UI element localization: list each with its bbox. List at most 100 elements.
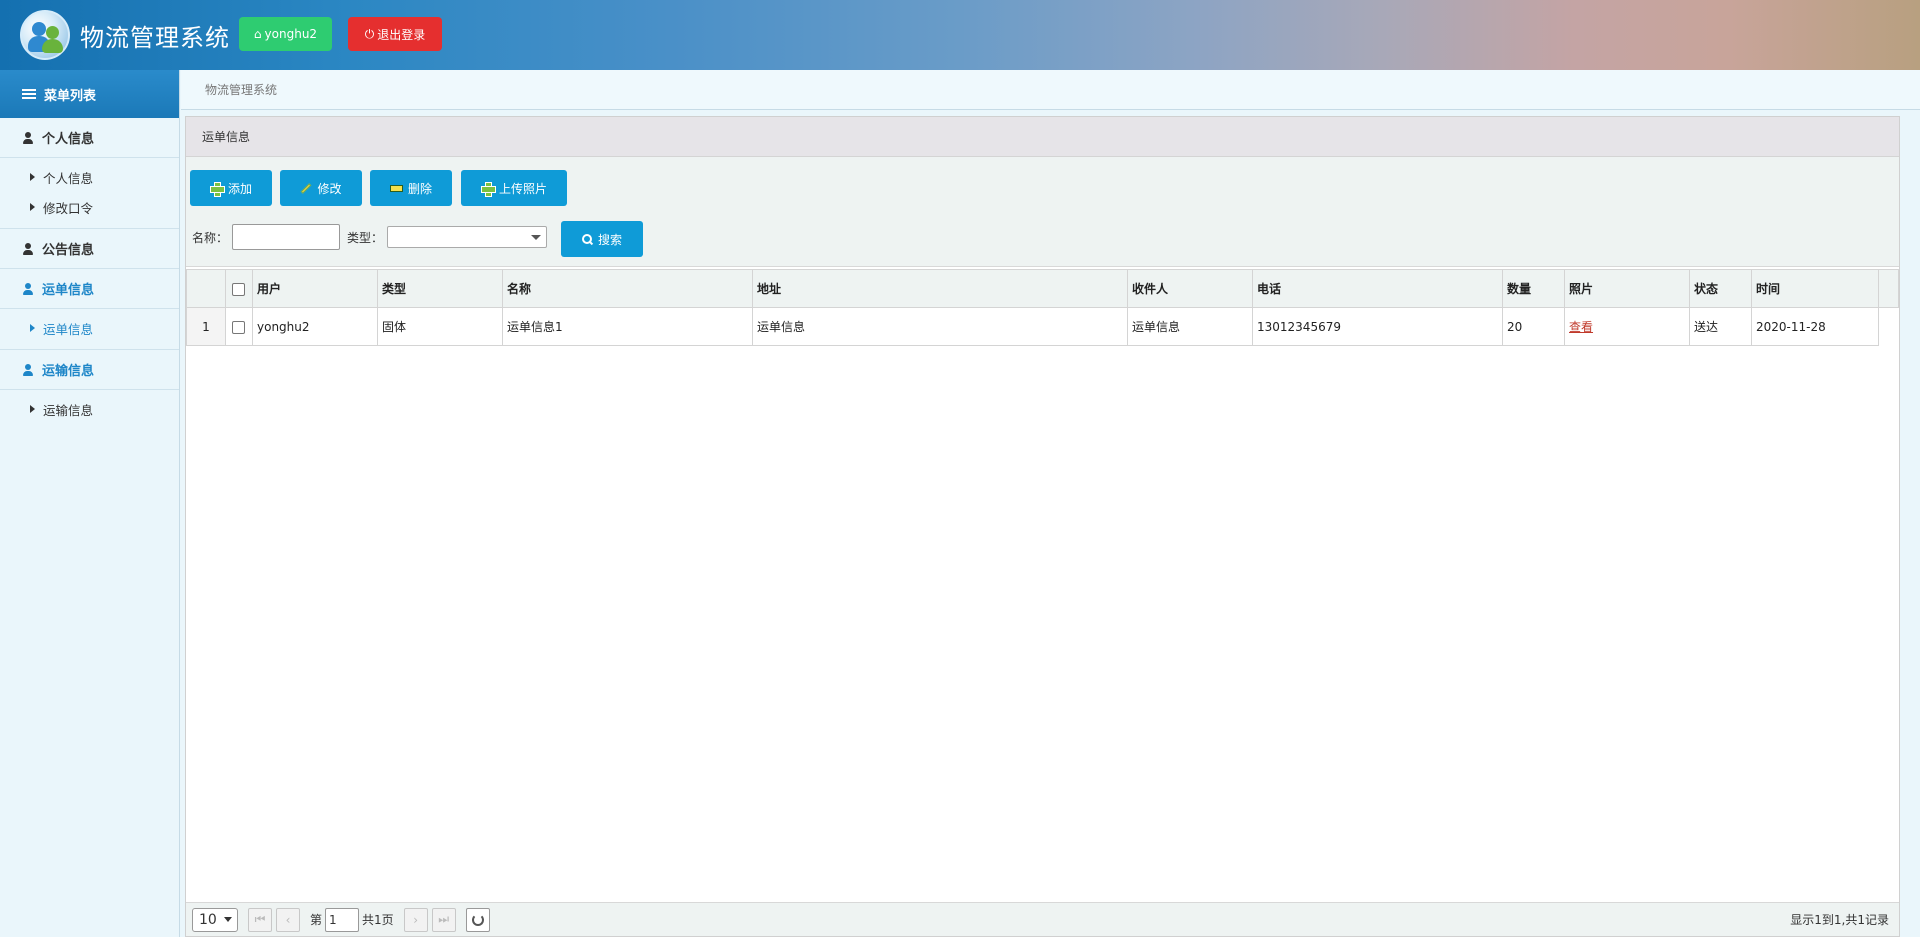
cell-user: yonghu2 [252, 307, 378, 346]
breadcrumb-label: 物流管理系统 [205, 83, 278, 97]
sidebar-item-label: 个人信息 [43, 170, 94, 186]
upload-button-label: 上传照片 [498, 181, 547, 196]
delete-button[interactable]: 删除 [370, 170, 452, 206]
col-time[interactable]: 时间 [1751, 269, 1879, 308]
caret-right-icon [30, 173, 35, 181]
sidebar-item-transport-info[interactable]: 运输信息 [0, 394, 179, 424]
sidebar-item-label: 运单信息 [43, 321, 94, 337]
refresh-button[interactable] [465, 907, 490, 932]
next-page-button[interactable]: › [403, 907, 428, 932]
col-name[interactable]: 名称 [502, 269, 753, 308]
sidebar-title: 菜单列表 [44, 88, 97, 104]
col-address[interactable]: 地址 [752, 269, 1128, 308]
sidebar-group-personal[interactable]: 个人信息 [0, 118, 179, 158]
col-phone[interactable]: 电话 [1252, 269, 1503, 308]
sidebar-submenu-transport: 运输信息 [0, 390, 179, 430]
refresh-icon [471, 913, 484, 926]
page-total: 共1页 [362, 913, 394, 927]
sidebar-item-waybill-info[interactable]: 运单信息 [0, 313, 179, 343]
sidebar: 菜单列表 个人信息 个人信息 修改口令 公告信息 运单信息 运单信息 运输信息 [0, 70, 180, 937]
select-all-checkbox[interactable] [232, 282, 245, 296]
add-button-label: 添加 [227, 181, 252, 196]
sidebar-item-personal-info[interactable]: 个人信息 [0, 162, 179, 192]
search-icon [581, 233, 593, 245]
top-header: 物流管理系统 ⌂ yonghu2 ⏻ 退出登录 [0, 0, 1920, 70]
sidebar-group-announcement[interactable]: 公告信息 [0, 229, 179, 269]
row-select-cell [225, 307, 253, 346]
upload-photo-button[interactable]: 上传照片 [461, 170, 567, 206]
col-recipient[interactable]: 收件人 [1127, 269, 1253, 308]
panel-title: 运单信息 [186, 117, 1899, 157]
col-type[interactable]: 类型 [377, 269, 503, 308]
logout-button[interactable]: ⏻ 退出登录 [348, 17, 442, 51]
cell-phone: 13012345679 [1252, 307, 1503, 346]
caret-right-icon [30, 203, 35, 211]
user-icon [22, 131, 34, 144]
search-button[interactable]: 搜索 [561, 221, 643, 257]
current-user-button[interactable]: ⌂ yonghu2 [239, 17, 332, 51]
cell-recipient: 运单信息 [1127, 307, 1253, 346]
sidebar-group-label: 公告信息 [42, 243, 95, 258]
chevron-right-icon: › [413, 912, 419, 927]
table-row[interactable]: 1 yonghu2 固体 运单信息1 运单信息 运单信息 13012345679… [186, 307, 1899, 346]
col-user[interactable]: 用户 [252, 269, 378, 308]
page-number-input[interactable]: 1 [325, 907, 360, 932]
user-icon [22, 242, 34, 255]
type-label: 类型： [347, 230, 384, 245]
cell-time: 2020-11-28 [1751, 307, 1879, 346]
row-checkbox[interactable] [232, 320, 245, 334]
sidebar-item-label: 运输信息 [43, 402, 94, 418]
page-size-select[interactable]: 10 [192, 907, 238, 932]
cell-type: 固体 [377, 307, 503, 346]
plus-icon [209, 181, 225, 197]
col-status[interactable]: 状态 [1689, 269, 1752, 308]
minus-icon [389, 184, 403, 192]
cell-name: 运单信息1 [502, 307, 753, 346]
waybill-panel: 运单信息 添加 修改 删除 上传照片 名称： 类型： 搜索 用户 类型 名称 地… [185, 116, 1900, 937]
caret-right-icon [30, 324, 35, 332]
name-input[interactable] [232, 224, 341, 250]
app-logo-icon [20, 10, 70, 60]
scroll-gutter-header [1878, 269, 1899, 308]
last-page-button[interactable]: ⏭ [431, 907, 456, 932]
breadcrumb: 物流管理系统 [181, 70, 1920, 110]
col-quantity[interactable]: 数量 [1502, 269, 1565, 308]
current-user-label: yonghu2 [264, 27, 318, 41]
type-select[interactable] [387, 226, 548, 248]
first-page-button[interactable]: ⏮ [248, 907, 272, 932]
sidebar-item-change-password[interactable]: 修改口令 [0, 192, 179, 222]
cell-status: 送达 [1689, 307, 1752, 346]
sidebar-item-label: 修改口令 [43, 200, 94, 216]
record-info: 显示1到1,共1记录 [1790, 913, 1889, 927]
view-photo-link[interactable]: 查看 [1569, 320, 1593, 334]
add-button[interactable]: 添加 [190, 170, 272, 206]
pagination-bar: 10 ⏮ ‹ 第 1 共1页 › ⏭ 显示1到1,共1记录 [186, 902, 1899, 936]
chevron-left-icon: ‹ [285, 912, 291, 927]
col-photo[interactable]: 照片 [1564, 269, 1690, 308]
app-title: 物流管理系统 [80, 24, 230, 52]
page-number-value: 1 [329, 912, 337, 927]
sidebar-group-label: 个人信息 [42, 132, 95, 147]
panel-title-text: 运单信息 [202, 130, 251, 144]
search-button-label: 搜索 [597, 232, 622, 247]
user-icon [22, 282, 34, 295]
sidebar-group-waybill[interactable]: 运单信息 [0, 269, 179, 309]
power-icon: ⏻ [364, 26, 375, 41]
sidebar-group-label: 运输信息 [42, 364, 95, 379]
cell-address: 运单信息 [752, 307, 1128, 346]
row-number-header [186, 269, 226, 308]
home-icon: ⌂ [253, 27, 262, 41]
row-number: 1 [186, 307, 226, 346]
toolbar: 添加 修改 删除 上传照片 名称： 类型： 搜索 [186, 157, 1899, 267]
first-page-icon: ⏮ [254, 912, 266, 926]
waybill-table: 用户 类型 名称 地址 收件人 电话 数量 照片 状态 时间 1 yonghu2… [186, 269, 1899, 346]
cell-quantity: 20 [1502, 307, 1565, 346]
last-page-icon: ⏭ [438, 912, 450, 926]
sidebar-group-transport[interactable]: 运输信息 [0, 350, 179, 390]
sidebar-header: 菜单列表 [0, 70, 179, 118]
edit-button[interactable]: 修改 [280, 170, 362, 206]
prev-page-button[interactable]: ‹ [276, 907, 300, 932]
sidebar-submenu-waybill: 运单信息 [0, 309, 179, 350]
table-header-row: 用户 类型 名称 地址 收件人 电话 数量 照片 状态 时间 [186, 269, 1899, 308]
search-row: 名称： 类型： [192, 217, 548, 257]
